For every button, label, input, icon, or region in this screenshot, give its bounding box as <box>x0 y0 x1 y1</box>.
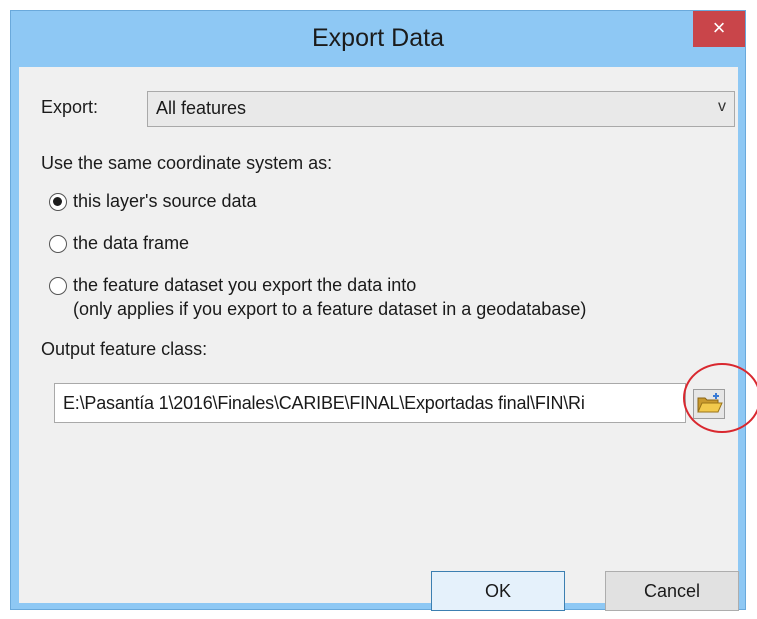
coordinate-heading: Use the same coordinate system as: <box>41 153 333 173</box>
radio-sublabel: (only applies if you export to a feature… <box>73 299 587 319</box>
dialog-body: Export: All features v Use the same coor… <box>19 67 757 611</box>
export-selected-value: All features <box>156 98 247 118</box>
output-path-field[interactable]: E:\Pasantía 1\2016\Finales\CARIBE\FINAL\… <box>54 383 686 423</box>
radio-button[interactable] <box>49 193 67 211</box>
title-bar: Export Data × <box>11 11 745 67</box>
cancel-button[interactable]: Cancel <box>605 571 739 611</box>
highlight-circle <box>683 363 757 433</box>
export-data-dialog: Export Data × Export: All features v Use… <box>10 10 757 611</box>
radio-label: this layer's source data <box>73 191 257 211</box>
radio-button[interactable] <box>49 235 67 253</box>
export-select[interactable]: All features v <box>147 91 735 127</box>
chevron-down-icon: v <box>718 98 726 115</box>
dialog-title: Export Data <box>311 24 444 52</box>
ok-button[interactable]: OK <box>431 571 565 611</box>
radio-label: the feature dataset you export the data … <box>73 275 417 295</box>
output-label: Output feature class: <box>41 339 208 359</box>
export-label: Export: <box>41 97 99 117</box>
radio-button[interactable] <box>49 277 67 295</box>
radio-selected-dot <box>53 197 62 206</box>
close-button[interactable]: × <box>693 11 745 47</box>
output-path-value: E:\Pasantía 1\2016\Finales\CARIBE\FINAL\… <box>63 393 585 413</box>
radio-label: the data frame <box>73 233 190 253</box>
